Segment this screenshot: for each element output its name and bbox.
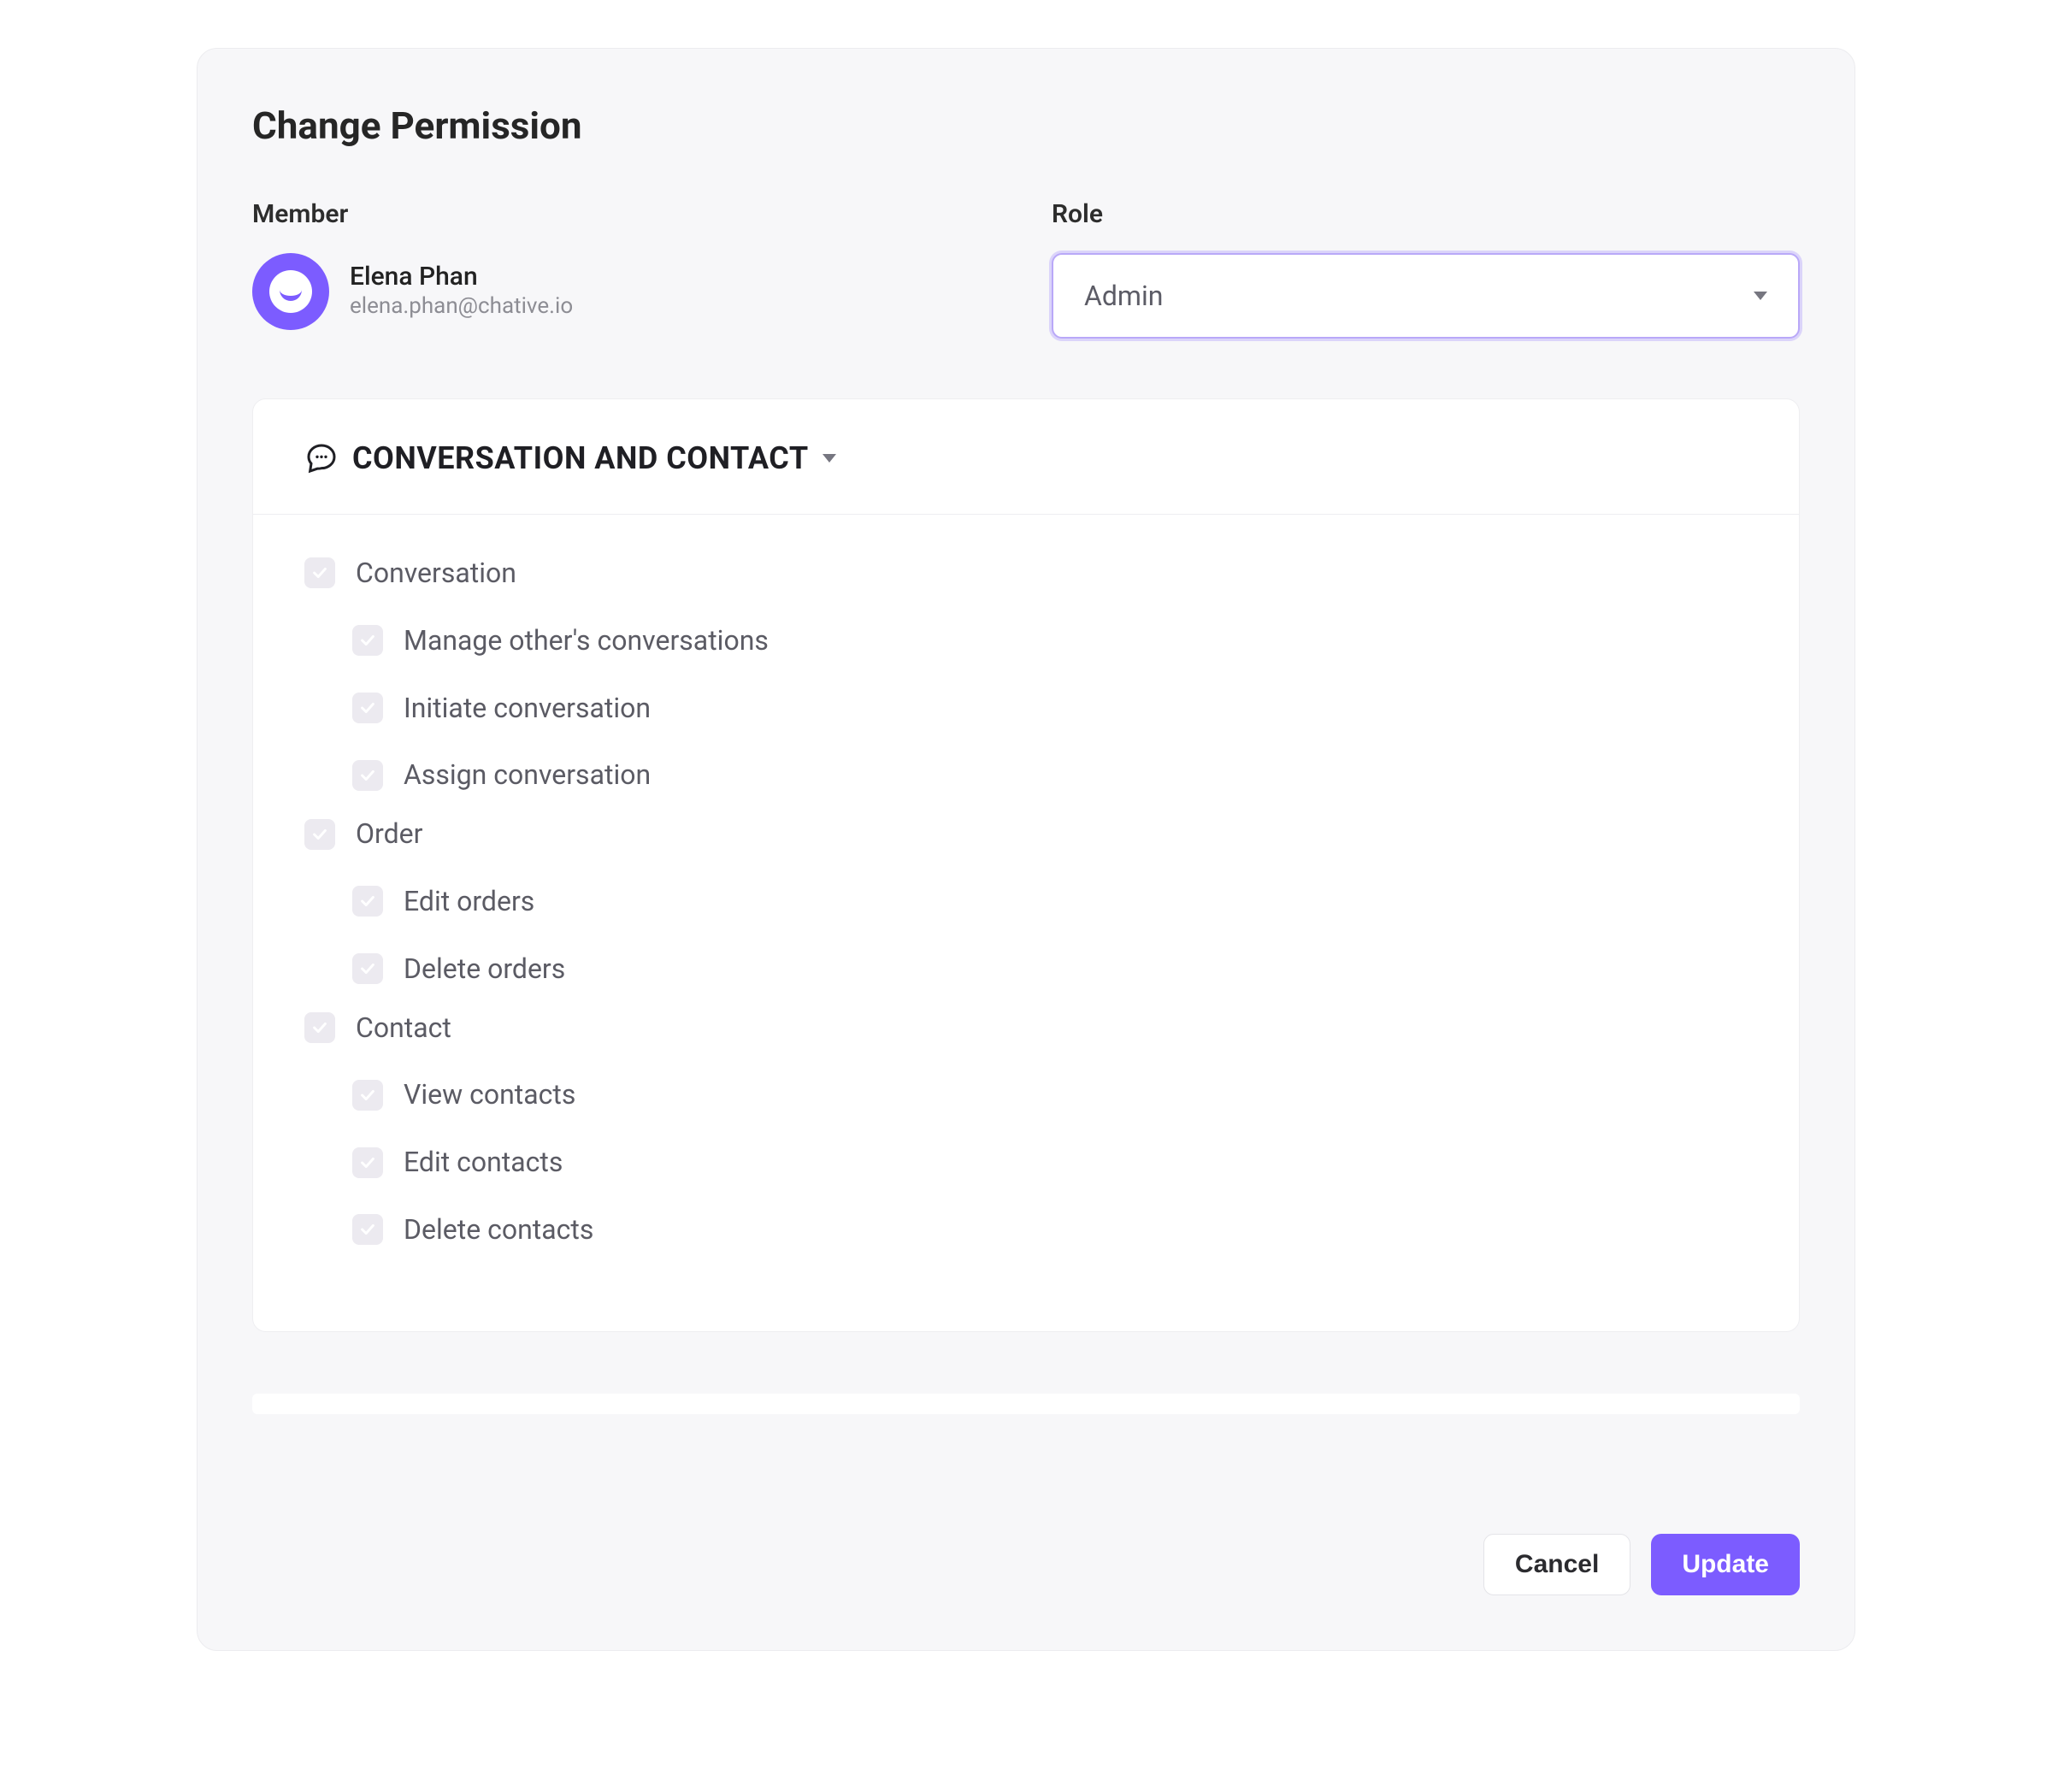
permission-item: Initiate conversation [352,693,1748,724]
permission-item-label: Initiate conversation [404,693,651,724]
member-column: Member Elena Phan elena.phan@chative.io [252,199,1000,339]
avatar [252,253,329,330]
permission-item-label: Manage other's conversations [404,625,769,657]
page-title: Change Permission [252,103,1800,148]
permissions-section-title: CONVERSATION AND CONTACT [352,440,809,476]
permissions-body: Conversation Manage other's conversation… [253,515,1799,1331]
role-column: Role Admin [1052,199,1800,339]
footer: Cancel Update [252,1534,1800,1595]
checkbox-manage-others-conversations[interactable] [352,625,383,656]
permission-item-label: Delete orders [404,953,565,985]
permission-item: Manage other's conversations [352,625,1748,657]
chat-bubble-icon [269,270,312,313]
permission-group-label: Contact [356,1012,451,1044]
permission-item-label: Delete contacts [404,1214,593,1246]
checkbox-conversation[interactable] [304,557,335,588]
permissions-section-header[interactable]: CONVERSATION AND CONTACT [253,399,1799,515]
divider-bar [252,1394,1800,1414]
checkbox-delete-orders[interactable] [352,953,383,984]
checkbox-delete-contacts[interactable] [352,1214,383,1245]
chevron-down-icon [1754,292,1767,300]
cancel-button[interactable]: Cancel [1483,1534,1630,1595]
top-row: Member Elena Phan elena.phan@chative.io … [252,199,1800,339]
permissions-panel: CONVERSATION AND CONTACT Conversation Ma… [252,398,1800,1332]
member-row: Elena Phan elena.phan@chative.io [252,253,1000,330]
member-name: Elena Phan [350,262,573,292]
checkbox-contact[interactable] [304,1012,335,1043]
checkbox-edit-contacts[interactable] [352,1147,383,1178]
update-button[interactable]: Update [1651,1534,1800,1595]
change-permission-card: Change Permission Member Elena Phan elen… [197,48,1855,1651]
checkbox-order[interactable] [304,819,335,850]
member-email: elena.phan@chative.io [350,292,573,321]
permission-item: Assign conversation [352,759,1748,791]
member-info: Elena Phan elena.phan@chative.io [350,262,573,321]
permission-item-label: Assign conversation [404,759,651,791]
permission-item-label: View contacts [404,1079,575,1111]
checkbox-initiate-conversation[interactable] [352,693,383,723]
permission-item: View contacts [352,1079,1748,1111]
permission-item: Delete orders [352,953,1748,985]
member-label: Member [252,199,1000,229]
role-label: Role [1052,199,1800,229]
checkbox-view-contacts[interactable] [352,1080,383,1111]
conversation-icon [304,441,339,475]
permission-item-label: Edit orders [404,886,534,917]
permission-group-conversation: Conversation [304,557,1748,589]
checkbox-edit-orders[interactable] [352,886,383,917]
permission-item: Edit orders [352,886,1748,917]
permission-group-label: Order [356,818,422,850]
permission-item: Edit contacts [352,1147,1748,1178]
role-select-value: Admin [1084,280,1163,312]
permission-group-label: Conversation [356,557,516,589]
chevron-down-icon [823,454,836,463]
role-select[interactable]: Admin [1052,253,1800,339]
permission-group-contact: Contact [304,1012,1748,1044]
permission-item: Delete contacts [352,1214,1748,1246]
permission-item-label: Edit contacts [404,1147,563,1178]
checkbox-assign-conversation[interactable] [352,760,383,791]
permission-group-order: Order [304,818,1748,850]
